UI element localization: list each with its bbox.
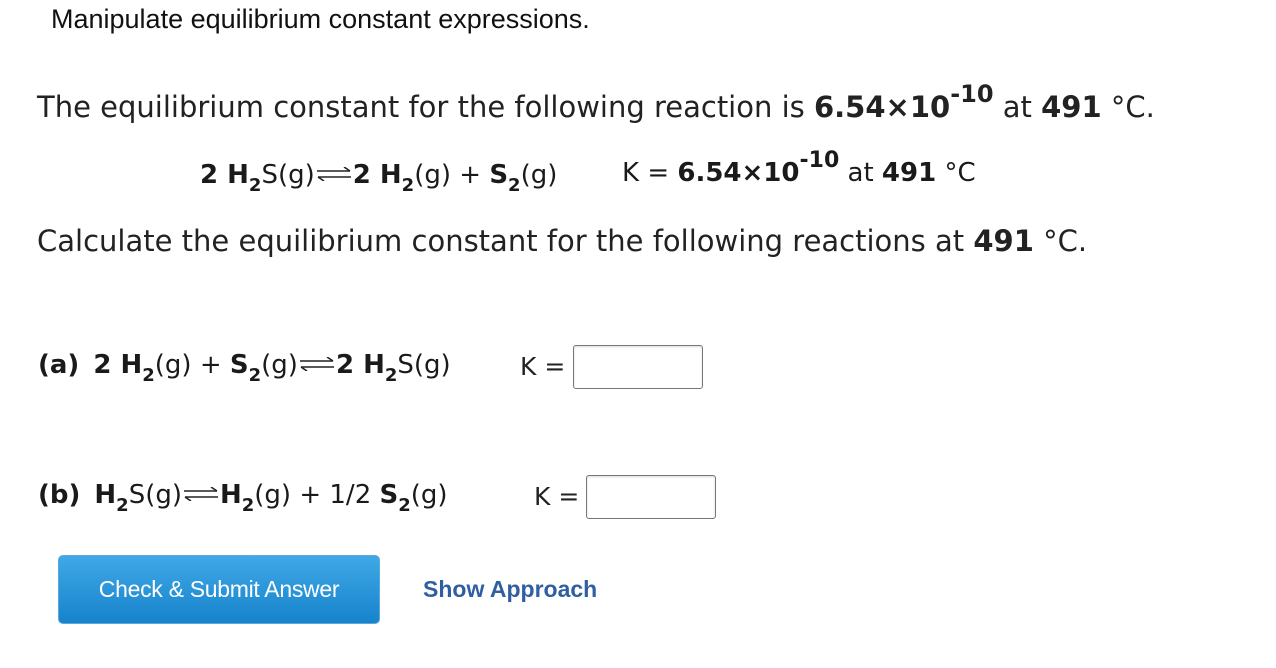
b-rhs2-rest: (g) (410, 480, 448, 510)
main-reaction: 2 H2S(g) 2 H2(g) + S2(g) (200, 160, 558, 195)
a-lhs1-sub: 2 (142, 365, 155, 387)
part-b-label: (b) (38, 480, 81, 510)
page-title: Manipulate equilibrium constant expressi… (51, 4, 590, 34)
intro-unit: °C. (1101, 90, 1155, 124)
a-lhs2-sub: 2 (248, 365, 262, 387)
main-rhs2-rest: (g) (520, 160, 558, 190)
calc-prefix: Calculate the equilibrium constant for t… (37, 224, 974, 258)
b-lhs-sub: 2 (116, 495, 129, 517)
intro-k-mantissa: 6.54×10 (813, 90, 951, 124)
part-a-reaction: (a) 2 H2(g) + S2(g) 2 H2S(g) (38, 350, 451, 385)
main-k-unit: °C (936, 158, 976, 188)
a-lhs1-coef: 2 (93, 350, 121, 380)
part-a-label: (a) (38, 350, 80, 380)
main-k-at: at (839, 158, 882, 188)
calc-temp: 491 (973, 224, 1034, 258)
main-rhs2-sub: 2 (508, 175, 521, 197)
b-rhs1-species: H (219, 480, 242, 510)
a-lhs2-rest: (g) (261, 350, 298, 380)
main-rhs1-species: H (379, 160, 402, 190)
equilibrium-arrow-icon (299, 356, 335, 371)
calc-unit: °C. (1033, 224, 1088, 258)
equilibrium-arrow-icon (316, 166, 352, 181)
b-lhs-species: H (94, 480, 117, 510)
b-rhs2-species: S (379, 480, 399, 510)
part-a-k-label: K = (520, 352, 566, 381)
main-rhs1-sub: 2 (401, 175, 415, 197)
main-k-exponent: -10 (799, 148, 840, 174)
b-lhs-rest: S(g) (128, 480, 182, 510)
main-lhs-species: H (227, 160, 249, 190)
intro-k-exponent: -10 (950, 80, 994, 109)
a-rhs-species: H (363, 350, 385, 380)
show-approach-link[interactable]: Show Approach (423, 576, 597, 603)
a-lhs1-species: H (120, 350, 143, 380)
calc-instruction: Calculate the equilibrium constant for t… (37, 224, 1087, 258)
a-rhs-rest: S(g) (397, 350, 451, 380)
part-b-reaction: (b) H2S(g) H2(g) + 1/2 S2(g) (38, 480, 448, 515)
b-rhs1-rest: (g) + 1/2 (254, 480, 380, 510)
intro-temp: 491 (1041, 90, 1102, 124)
main-rhs1-rest: (g) + (414, 160, 490, 190)
main-k-mantissa: 6.54×10 (677, 158, 800, 188)
a-lhs1-rest: (g) + (154, 350, 230, 380)
main-k-temp: 491 (881, 158, 937, 188)
main-rhs2-species: S (489, 160, 509, 190)
main-rhs1-coef: 2 (352, 160, 380, 190)
main-lhs-coef: 2 (200, 160, 228, 190)
a-rhs-sub: 2 (384, 365, 398, 387)
main-k-value: K = 6.54×10-10 at 491 °C (622, 150, 976, 188)
b-rhs2-sub: 2 (398, 495, 411, 517)
main-lhs-rest: S(g) (261, 160, 315, 190)
equilibrium-arrow-icon (183, 486, 219, 501)
a-rhs-coef: 2 (335, 350, 364, 380)
intro-text: The equilibrium constant for the followi… (37, 82, 1155, 124)
check-submit-button[interactable]: Check & Submit Answer (58, 555, 380, 624)
part-b-k-label: K = (534, 482, 580, 511)
intro-prefix: The equilibrium constant for the followi… (37, 90, 814, 124)
a-lhs2-species: S (229, 350, 249, 380)
intro-at: at (993, 90, 1042, 124)
main-lhs-sub: 2 (248, 175, 262, 197)
part-a-k-input[interactable] (573, 345, 703, 389)
main-k-prefix: K = (622, 158, 678, 188)
b-rhs1-sub: 2 (241, 495, 255, 517)
part-b-k-input[interactable] (586, 475, 716, 519)
